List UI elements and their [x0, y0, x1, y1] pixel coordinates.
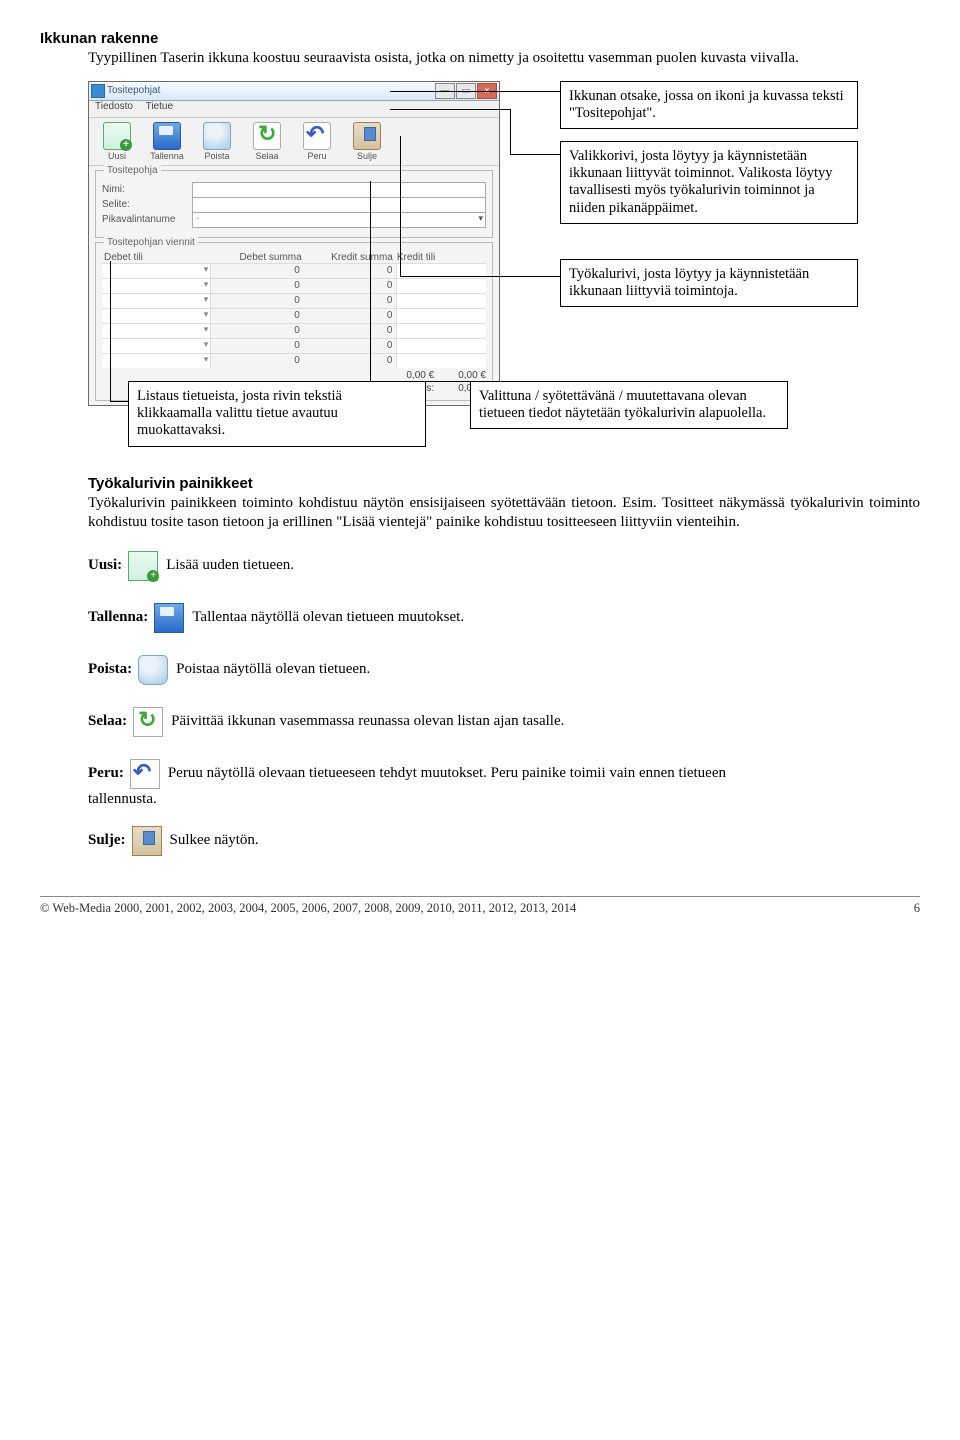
- intro-text: Tyypillinen Taserin ikkuna koostuu seura…: [88, 49, 920, 69]
- toolbar-sulje-label: Sulje: [357, 151, 377, 161]
- section-heading: Työkalurivin painikkeet: [88, 475, 920, 492]
- callout-line: [400, 136, 401, 276]
- button-description: Päivittää ikkunan vasemmassa reunassa ol…: [171, 712, 920, 732]
- col-kredit-summa: Kredit summa: [304, 252, 395, 263]
- callout-titlebar: Ikkunan otsake, jossa on ikoni ja kuvass…: [560, 81, 858, 130]
- new-icon: [128, 551, 158, 581]
- toolbar-peru-button[interactable]: Peru: [295, 122, 339, 161]
- button-desc-peru: Peru: Peruu näytöllä olevaan tietueeseen…: [88, 759, 920, 789]
- delete-icon: [203, 122, 231, 150]
- refresh-icon: [133, 707, 163, 737]
- undo-icon: [303, 122, 331, 150]
- undo-icon: [130, 759, 160, 789]
- group-viennit: Tositepohjan viennit Debet tili Debet su…: [95, 242, 493, 401]
- input-selite[interactable]: [192, 197, 486, 213]
- toolbar-uusi-label: Uusi: [108, 151, 126, 161]
- callout-line: [390, 91, 560, 92]
- totals-row: 0,00 €0,00 €: [102, 370, 486, 381]
- save-icon: [154, 603, 184, 633]
- page-footer: © Web-Media 2000, 2001, 2002, 2003, 2004…: [40, 896, 920, 916]
- door-icon: [132, 826, 162, 856]
- button-description: Poistaa näytöllä olevan tietueen.: [176, 660, 920, 680]
- grid-row[interactable]: 00: [102, 293, 486, 308]
- grid-row[interactable]: 00: [102, 338, 486, 353]
- menu-tiedosto[interactable]: Tiedosto: [95, 101, 133, 112]
- door-icon: [353, 122, 381, 150]
- callout-toolbar: Työkalurivi, josta löytyy ja käynnistetä…: [560, 259, 858, 308]
- callout-menubar: Valikkorivi, josta löytyy ja käynnistetä…: [560, 141, 858, 225]
- toolbar-poista-button[interactable]: Poista: [195, 122, 239, 161]
- app-icon: [91, 84, 105, 98]
- select-pikavalinta[interactable]: -: [192, 212, 486, 228]
- toolbar-poista-label: Poista: [204, 151, 229, 161]
- group-tositepohja: Tositepohja Nimi: Selite: Pikavalintanum…: [95, 170, 493, 238]
- grid-row[interactable]: 00: [102, 278, 486, 293]
- button-description: Tallentaa näytöllä olevan tietueen muuto…: [192, 608, 920, 628]
- callout-detail: Valittuna / syötettävänä / muutettavana …: [470, 381, 788, 430]
- toolbar-peru-label: Peru: [307, 151, 326, 161]
- new-icon: [103, 122, 131, 150]
- title-text: Tositepohjat: [107, 85, 160, 96]
- callout-line: [110, 261, 111, 401]
- button-desc-poista: Poista: Poistaa näytöllä olevan tietueen…: [88, 655, 920, 685]
- page-heading: Ikkunan rakenne: [40, 30, 920, 47]
- callout-line: [510, 109, 511, 154]
- menu-tietue[interactable]: Tietue: [146, 101, 173, 112]
- button-description: Sulkee näytön.: [170, 831, 921, 851]
- callout-line: [370, 381, 470, 382]
- app-window-screenshot: Tositepohjat — ▭ x Tiedosto Tietue Uusi …: [88, 81, 500, 406]
- col-debet-summa: Debet summa: [213, 252, 304, 263]
- button-desc-selaa: Selaa: Päivittää ikkunan vasemmassa reun…: [88, 707, 920, 737]
- col-kredit-tili: Kredit tili: [395, 252, 486, 263]
- refresh-icon: [253, 122, 281, 150]
- delete-icon: [138, 655, 168, 685]
- select-value: -: [193, 213, 199, 224]
- button-description: Lisää uuden tietueen.: [166, 556, 920, 576]
- group-title-2: Tositepohjan viennit: [104, 237, 198, 248]
- button-description: Peruu näytöllä olevaan tietueeseen tehdy…: [168, 764, 920, 784]
- grid-row[interactable]: 00: [102, 353, 486, 368]
- button-name: Peru:: [88, 764, 124, 784]
- toolbar-sulje-button[interactable]: Sulje: [345, 122, 389, 161]
- button-name: Selaa:: [88, 712, 127, 732]
- toolbar-selaa-label: Selaa: [255, 151, 278, 161]
- button-name: Tallenna:: [88, 608, 148, 628]
- button-desc-sulje: Sulje: Sulkee näytön.: [88, 826, 920, 856]
- toolbar-tallenna-button[interactable]: Tallenna: [145, 122, 189, 161]
- toolbar-uusi-button[interactable]: Uusi: [95, 122, 139, 161]
- label-pikavalinta: Pikavalintanume: [102, 214, 192, 225]
- grid-row[interactable]: 00: [102, 323, 486, 338]
- button-name: Uusi:: [88, 556, 122, 576]
- grid-header: Debet tili Debet summa Kredit summa Kred…: [102, 252, 486, 263]
- save-icon: [153, 122, 181, 150]
- grid-row[interactable]: 00: [102, 308, 486, 323]
- page-number: 6: [914, 901, 920, 916]
- input-nimi[interactable]: [192, 182, 486, 198]
- button-name: Poista:: [88, 660, 132, 680]
- toolbar-tallenna-label: Tallenna: [150, 151, 184, 161]
- peru-continuation: tallennusta.: [88, 791, 920, 808]
- button-desc-uusi: Uusi: Lisää uuden tietueen.: [88, 551, 920, 581]
- label-selite: Selite:: [102, 199, 192, 210]
- callout-list: Listaus tietueista, josta rivin tekstiä …: [128, 381, 426, 447]
- button-name: Sulje:: [88, 831, 126, 851]
- label-nimi: Nimi:: [102, 184, 192, 195]
- callout-line: [400, 276, 560, 277]
- col-debet-tili: Debet tili: [102, 252, 213, 263]
- toolbar: Uusi Tallenna Poista Selaa Peru Sulje: [89, 118, 499, 166]
- callout-line: [390, 109, 510, 110]
- callout-line: [370, 181, 371, 381]
- toolbar-selaa-button[interactable]: Selaa: [245, 122, 289, 161]
- annotated-screenshot-section: Tositepohjat — ▭ x Tiedosto Tietue Uusi …: [40, 81, 920, 451]
- button-desc-tallenna: Tallenna: Tallentaa näytöllä olevan tiet…: [88, 603, 920, 633]
- group-title: Tositepohja: [104, 165, 161, 176]
- callout-line: [110, 401, 128, 402]
- section-paragraph: Työkalurivin painikkeen toiminto kohdist…: [88, 494, 920, 533]
- copyright: © Web-Media 2000, 2001, 2002, 2003, 2004…: [40, 901, 576, 916]
- callout-line: [510, 154, 560, 155]
